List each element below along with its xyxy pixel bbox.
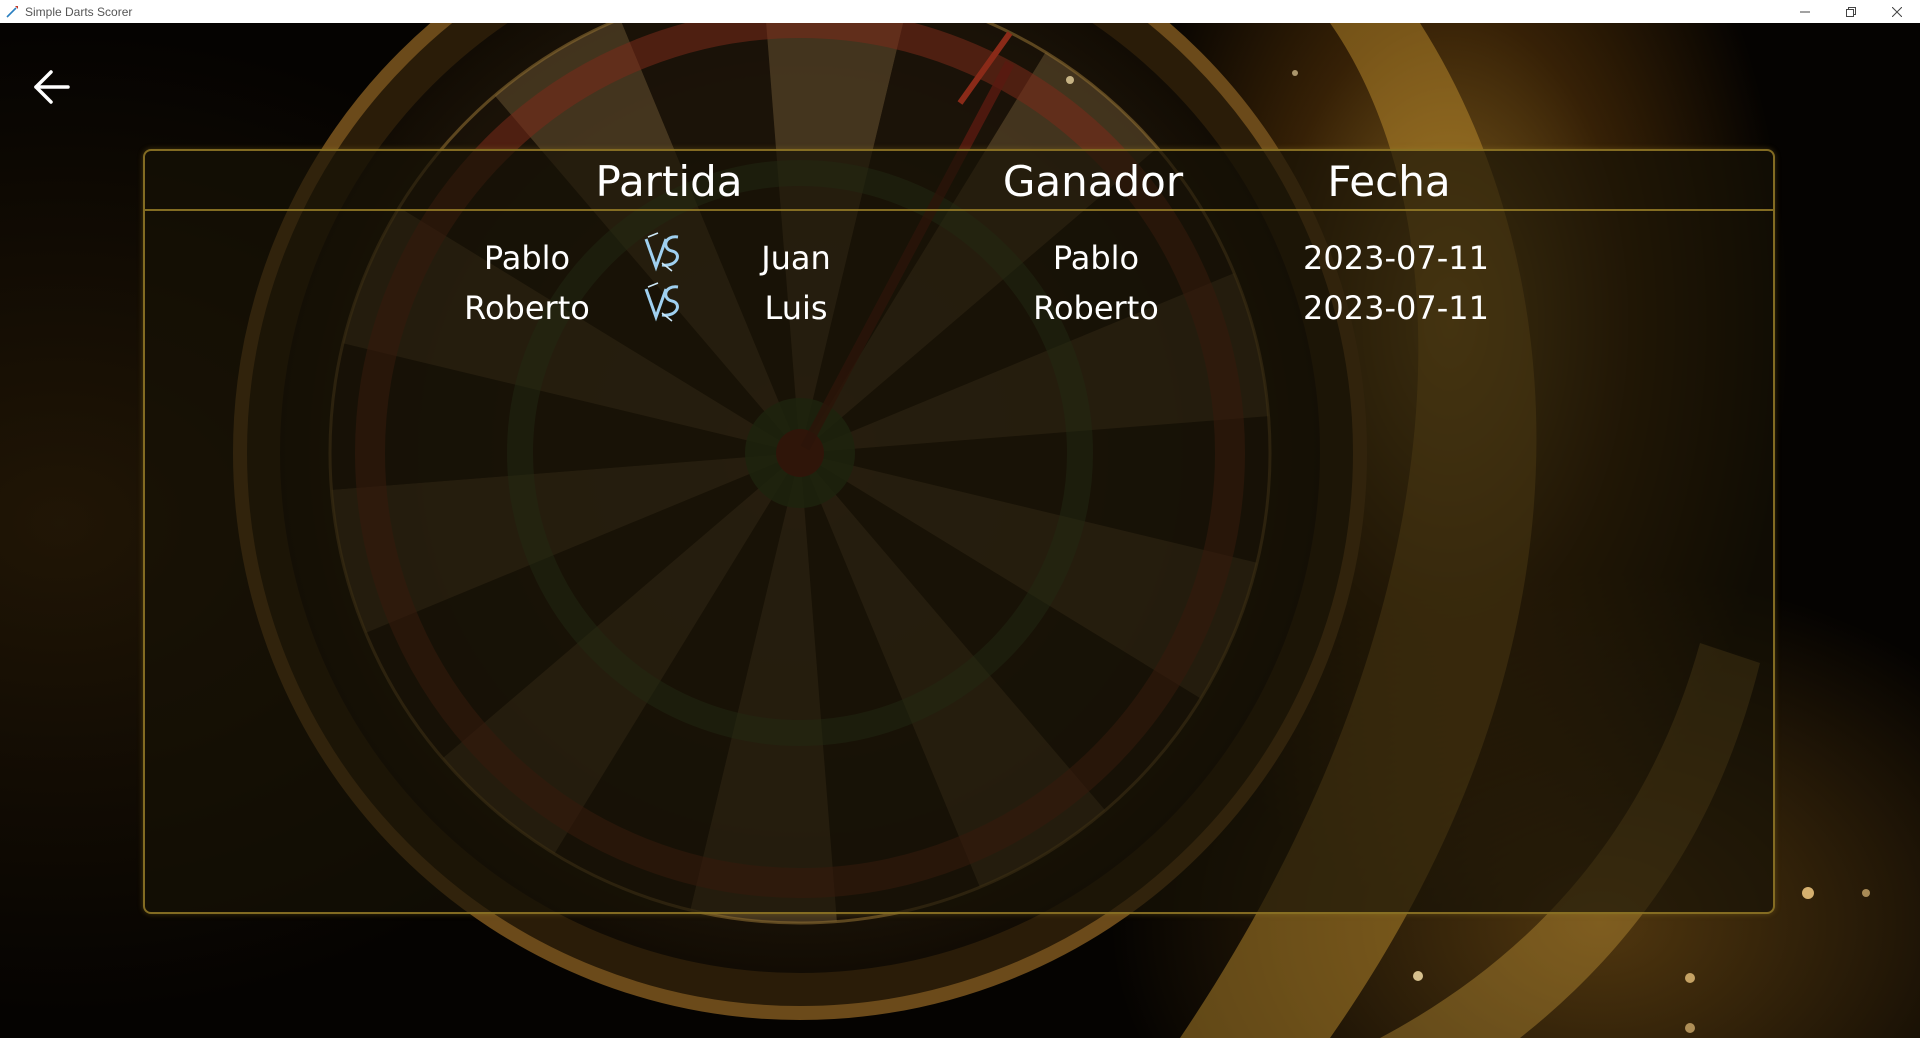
minimize-button[interactable] xyxy=(1782,0,1828,23)
game-date: 2023-07-11 xyxy=(1303,239,1489,277)
winner-name: Pablo xyxy=(1052,239,1140,277)
game-date: 2023-07-11 xyxy=(1303,289,1489,327)
game-history-panel: Partida Ganador Fecha Pablo Juan Pablo 2… xyxy=(143,149,1775,914)
player1-name: Roberto xyxy=(464,289,590,327)
minimize-icon xyxy=(1800,11,1810,12)
window-titlebar: Simple Darts Scorer xyxy=(0,0,1920,23)
table-header: Partida Ganador Fecha xyxy=(145,151,1773,211)
column-header-date: Fecha xyxy=(1327,157,1451,206)
window-title: Simple Darts Scorer xyxy=(25,4,133,19)
player2-name: Juan xyxy=(761,239,831,277)
restore-icon xyxy=(1846,6,1856,17)
column-header-winner: Ganador xyxy=(1002,157,1184,206)
back-button[interactable] xyxy=(30,65,74,109)
background-scene: Partida Ganador Fecha Pablo Juan Pablo 2… xyxy=(0,23,1920,1038)
winner-name: Roberto xyxy=(1033,289,1159,327)
player1-name: Pablo xyxy=(483,239,571,277)
vs-icon xyxy=(644,232,679,272)
close-button[interactable] xyxy=(1874,0,1920,23)
column-header-match: Partida xyxy=(595,157,743,206)
arrow-left-icon xyxy=(34,70,70,104)
table-row: Pablo Juan Pablo 2023-07-11 xyxy=(145,232,1773,287)
vs-icon xyxy=(644,282,679,322)
restore-button[interactable] xyxy=(1828,0,1874,23)
close-icon xyxy=(1892,6,1902,17)
dart-icon xyxy=(5,4,21,20)
table-row: Roberto Luis Roberto 2023-07-11 xyxy=(145,282,1773,337)
player2-name: Luis xyxy=(764,289,828,327)
